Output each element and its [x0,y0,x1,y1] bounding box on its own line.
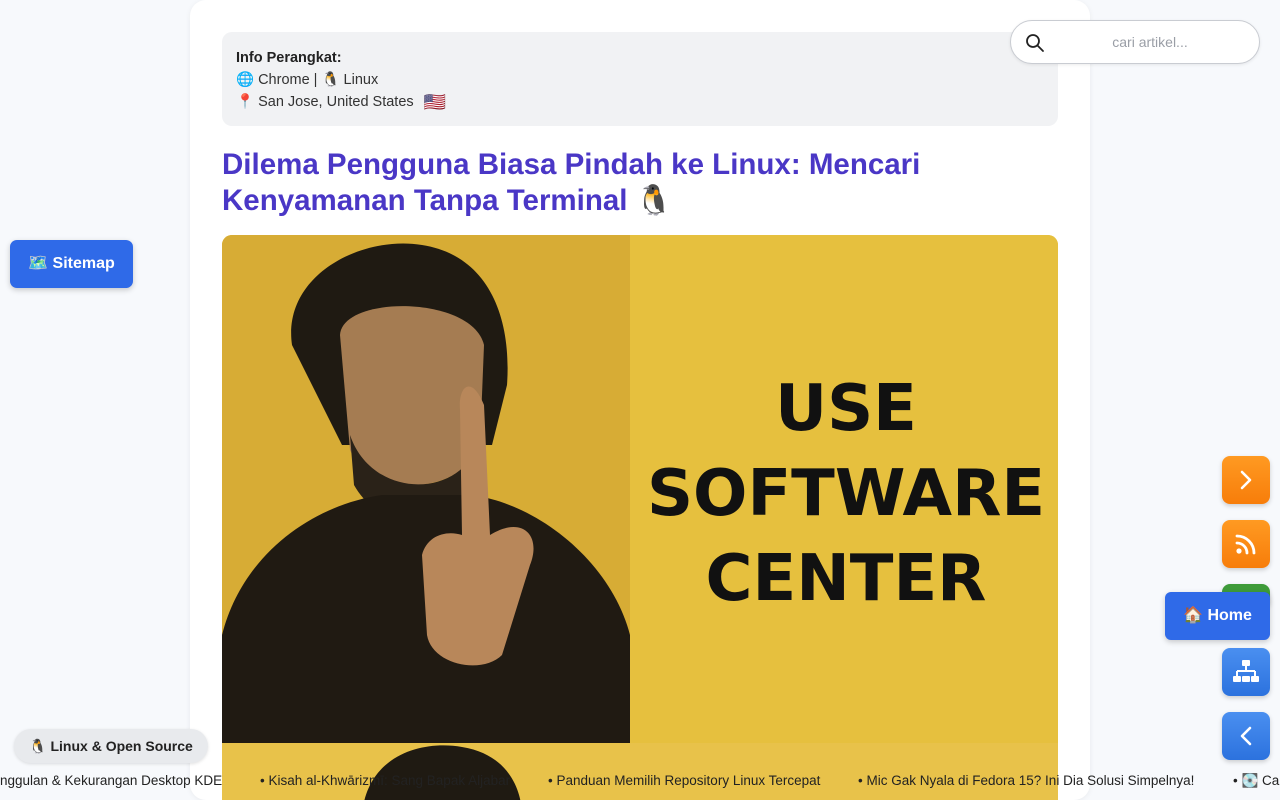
ticker-item[interactable]: • Kisah al-Khwārizmī: Sang Bapak Aljabar [260,768,510,794]
device-browser-os: 🌐 Chrome | 🐧 Linux [236,72,379,88]
ticker-item[interactable]: • 💽 Ca [1233,768,1279,794]
device-info-title: Info Perangkat: [236,50,342,66]
ticker-item[interactable]: • Mic Gak Nyala di Fedora 15? Ini Dia So… [858,768,1194,794]
ticker-item[interactable]: • Panduan Memilih Repository Linux Terce… [548,768,820,794]
article-hero-image: USE SOFTWARE CENTER [222,235,1058,800]
category-pill[interactable]: 🐧 Linux & Open Source [14,729,208,763]
meme-illustration: USE SOFTWARE CENTER [222,235,1058,800]
chevron-right-icon [1240,470,1252,490]
search-input[interactable] [1055,28,1245,56]
device-info-box: Info Perangkat: 🌐 Chrome | 🐧 Linux 📍 San… [222,32,1058,126]
sitemap-tree-button[interactable] [1222,648,1270,696]
search-box[interactable] [1010,20,1260,64]
article-title: Dilema Pengguna Biasa Pindah ke Linux: M… [222,148,921,217]
meme-text-line-3: CENTER [706,542,987,616]
sitemap-tree-icon [1233,660,1259,682]
back-button[interactable] [1222,712,1270,760]
home-button[interactable]: 🏠 Home [1165,592,1270,640]
sitemap-button[interactable]: 🗺️ Sitemap [10,240,133,288]
country-flag: 🇺🇸 [423,92,447,112]
article-card: Info Perangkat: 🌐 Chrome | 🐧 Linux 📍 San… [190,0,1090,800]
chevron-left-icon [1240,726,1252,746]
rss-icon [1235,534,1256,555]
search-icon [1026,34,1044,52]
meme-text-line-1: USE [775,372,917,446]
device-location-text: 📍 San Jose, United States [236,94,414,110]
ticker-item[interactable]: nggulan & Kekurangan Desktop KDE [0,768,222,794]
device-location: 📍 San Jose, United States 🇺🇸 [236,91,1044,113]
meme-text-line-2: SOFTWARE [647,457,1045,531]
news-ticker: nggulan & Kekurangan Desktop KDE • Kisah… [0,768,1280,794]
next-button[interactable] [1222,456,1270,504]
rss-button[interactable] [1222,520,1270,568]
